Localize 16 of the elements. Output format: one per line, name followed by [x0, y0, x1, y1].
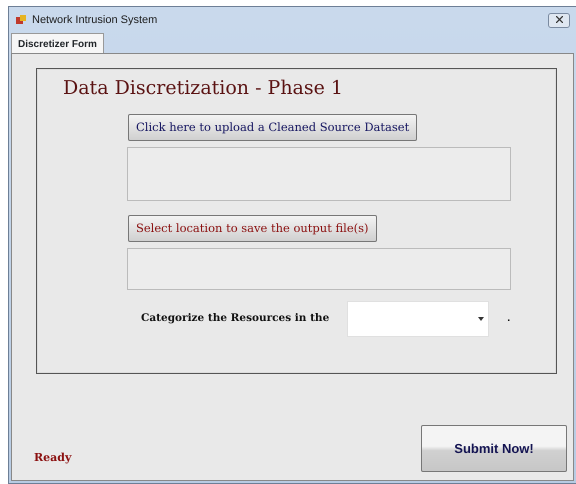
source-path-field[interactable]: [127, 147, 511, 202]
save-location-button[interactable]: Select location to save the output file(s): [128, 215, 376, 242]
form-tab[interactable]: Discretizer Form: [11, 33, 104, 53]
category-dropdown[interactable]: [347, 301, 490, 338]
dropdown-arrow-icon: [478, 317, 484, 322]
form-heading: Data Discretization - Phase 1: [63, 77, 344, 100]
close-icon: [556, 16, 562, 24]
submit-button[interactable]: Submit Now!: [421, 425, 567, 472]
period-mark: .: [507, 311, 510, 326]
output-path-field[interactable]: [127, 248, 511, 290]
upload-button[interactable]: Click here to upload a Cleaned Source Dataset: [128, 114, 418, 142]
status-text: Ready: [34, 450, 72, 466]
close-button[interactable]: [548, 12, 570, 28]
app-icon: [15, 14, 27, 26]
category-label: Categorize the Resources in the: [141, 311, 330, 326]
window-title: Network Intrusion System: [32, 12, 158, 28]
